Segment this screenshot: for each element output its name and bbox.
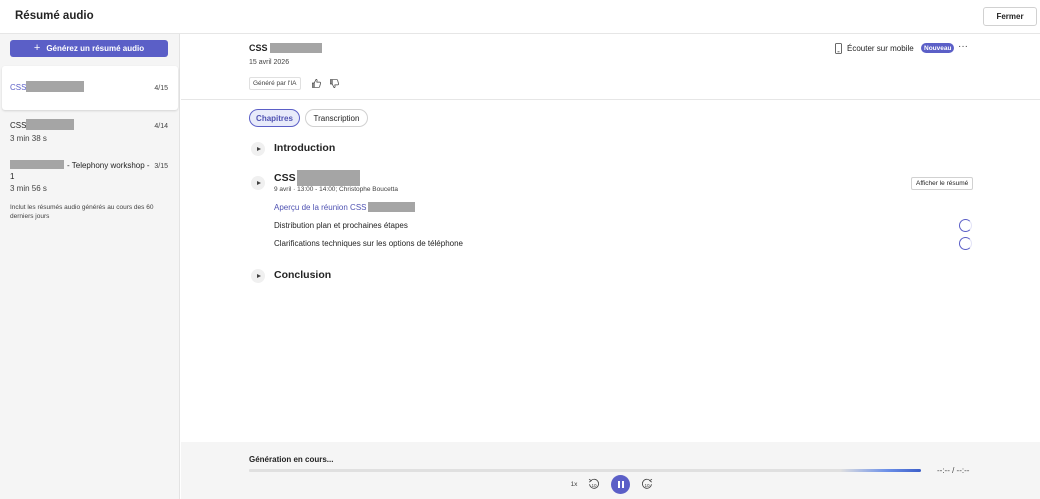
sidebar-item-duration: 3 min 56 s [10, 184, 47, 193]
sidebar-item-title: - Telephony workshop - [10, 160, 150, 170]
new-badge: Nouveau [921, 43, 955, 53]
summary-title: CSS [249, 43, 322, 53]
pause-button[interactable] [611, 475, 630, 494]
pause-icon [617, 481, 625, 488]
play-icon [256, 274, 261, 278]
play-icon [256, 181, 261, 185]
sidebar-item[interactable]: CSS 4/14 3 min 38 s [2, 118, 178, 148]
spinner-icon [959, 219, 972, 232]
sidebar-item[interactable]: CSS 4/15 [2, 66, 178, 110]
sidebar-item-date: 4/15 [154, 85, 168, 92]
svg-text:10: 10 [591, 483, 597, 488]
chapter-title[interactable]: Introduction [274, 142, 335, 154]
generate-summary-button[interactable]: + Générez un résumé audio [10, 40, 168, 57]
listen-on-mobile-label: Écouter sur mobile [847, 44, 914, 53]
header-divider [181, 99, 1040, 100]
forward-10-button[interactable]: 10 [640, 477, 654, 491]
redacted-text [26, 119, 75, 131]
generate-summary-label: Générez un résumé audio [46, 44, 145, 53]
chapter-title[interactable]: Conclusion [274, 269, 331, 281]
more-icon[interactable]: ··· [958, 41, 968, 52]
close-button[interactable]: Fermer [983, 7, 1037, 26]
main-panel: CSS 15 avril 2026 Généré par l'IA Écoute… [181, 34, 1040, 442]
sidebar-item-title: CSS [10, 119, 75, 131]
app-title: Résumé audio [15, 10, 94, 22]
redacted-text [296, 170, 360, 186]
tab-transcription[interactable]: Transcription [305, 109, 368, 127]
progress-bar[interactable] [249, 469, 921, 472]
thumbs-down-icon[interactable] [329, 78, 340, 89]
play-chapter-button[interactable] [251, 176, 265, 190]
play-icon [256, 147, 261, 151]
redacted-text [367, 202, 415, 212]
sidebar-item-duration: 3 min 38 s [10, 134, 47, 143]
tab-chapters[interactable]: Chapitres [249, 109, 300, 127]
sidebar-item-title: CSS [10, 81, 85, 93]
sidebar: + Générez un résumé audio CSS 4/15 CSS 4… [0, 34, 180, 499]
chapter-subitem[interactable]: Distribution plan et prochaines étapes [274, 221, 408, 230]
meeting-overview-link[interactable]: Aperçu de la réunion CSS [274, 202, 415, 212]
generation-status: Génération en cours... [249, 455, 334, 464]
svg-text:10: 10 [644, 483, 650, 488]
time-readout: --:-- / --:-- [937, 466, 970, 475]
audio-player: Génération en cours... --:-- / --:-- 1x … [181, 442, 1040, 499]
sidebar-item-title-line2: 1 [10, 172, 15, 181]
chapter-subitem[interactable]: Clarifications techniques sur les option… [274, 239, 463, 248]
progress-fill [249, 469, 921, 472]
phone-icon [835, 43, 842, 54]
chapter-title[interactable]: CSS [274, 170, 360, 186]
redacted-text [269, 43, 322, 53]
rewind-10-button[interactable]: 10 [587, 477, 601, 491]
sidebar-note: Inclut les résumés audio générés au cour… [10, 204, 154, 220]
sidebar-item-date: 4/14 [154, 123, 168, 130]
sidebar-item[interactable]: - Telephony workshop - 3/15 1 3 min 56 s [2, 158, 178, 198]
spinner-icon [959, 237, 972, 250]
top-bar: Résumé audio Fermer [0, 0, 1040, 34]
play-chapter-button[interactable] [251, 142, 265, 156]
show-summary-button[interactable]: Afficher le résumé [911, 177, 974, 190]
redacted-text [10, 160, 64, 170]
plus-icon: + [33, 42, 41, 54]
playback-speed-button[interactable]: 1x [567, 477, 581, 491]
ai-generated-badge: Généré par l'IA [249, 77, 301, 90]
sidebar-item-date: 3/15 [154, 163, 168, 170]
rewind-10-icon: 10 [588, 478, 599, 489]
thumbs-up-icon[interactable] [311, 78, 322, 89]
redacted-text [26, 81, 85, 93]
chapter-meta: 9 avril · 13:00 - 14:00; Christophe Bouc… [274, 186, 398, 193]
summary-date: 15 avril 2026 [249, 59, 290, 66]
listen-on-mobile-link[interactable]: Écouter sur mobile [835, 43, 914, 54]
play-chapter-button[interactable] [251, 269, 265, 283]
forward-10-icon: 10 [642, 478, 653, 489]
